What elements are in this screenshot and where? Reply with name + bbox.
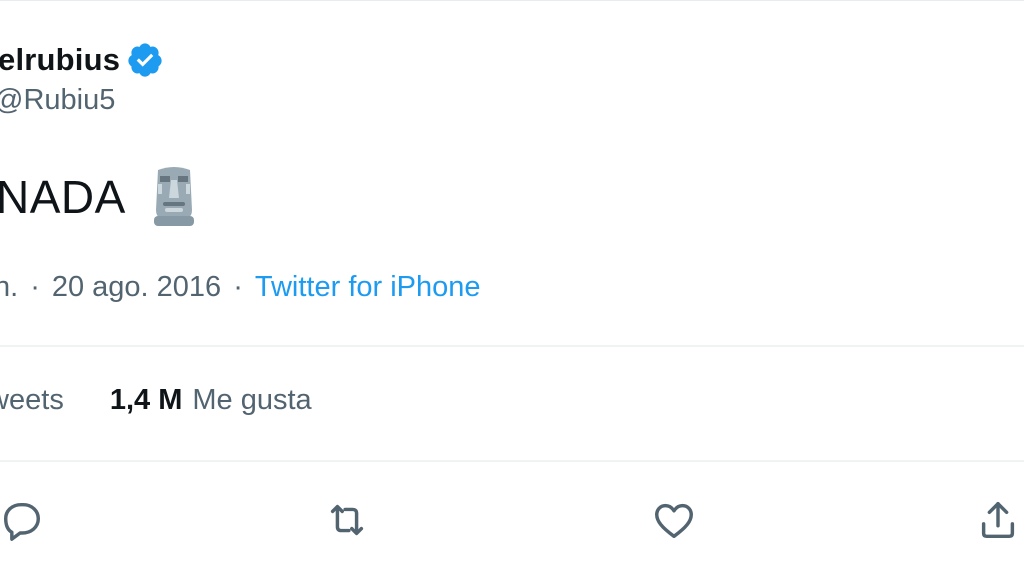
moai-emoji-icon: [148, 166, 200, 228]
author-handle[interactable]: @Rubiu5: [0, 84, 164, 117]
retweets-stat[interactable]: tweets: [0, 384, 64, 417]
like-button[interactable]: [648, 494, 700, 546]
top-divider: [0, 0, 1024, 1]
tweet-detail: elrubius @Rubiu5 NADA n. · 20 ago. 2016 …: [0, 0, 1024, 576]
tweet-time[interactable]: n.: [0, 271, 18, 304]
heart-icon: [655, 503, 693, 539]
tweet-body: NADA: [0, 166, 200, 228]
meta-separator: ·: [233, 271, 243, 303]
likes-count[interactable]: 1,4 M: [110, 384, 183, 417]
tweet-source-link[interactable]: Twitter for iPhone: [255, 271, 481, 304]
retweet-button[interactable]: [321, 494, 373, 546]
likes-stat[interactable]: 1,4 M Me gusta: [110, 384, 312, 417]
tweet-actions: [0, 494, 1024, 546]
tweet-stats: tweets 1,4 M Me gusta: [0, 384, 312, 417]
author-display-name[interactable]: elrubius: [0, 42, 120, 78]
tweet-text: NADA: [0, 171, 126, 223]
divider: [0, 345, 1024, 347]
tweet-date[interactable]: 20 ago. 2016: [52, 271, 221, 304]
divider: [0, 460, 1024, 462]
share-icon: [981, 501, 1015, 539]
share-button[interactable]: [972, 494, 1024, 546]
retweet-icon: [330, 504, 364, 536]
verified-badge-icon: [126, 41, 164, 79]
tweet-meta: n. · 20 ago. 2016 · Twitter for iPhone: [0, 271, 481, 304]
likes-label[interactable]: Me gusta: [192, 384, 311, 417]
reply-button[interactable]: [0, 494, 48, 546]
author-name-row[interactable]: elrubius: [0, 38, 164, 82]
tweet-author[interactable]: elrubius @Rubiu5: [0, 38, 164, 117]
reply-icon: [3, 502, 41, 541]
meta-separator: ·: [30, 271, 40, 303]
retweets-label[interactable]: tweets: [0, 384, 64, 417]
